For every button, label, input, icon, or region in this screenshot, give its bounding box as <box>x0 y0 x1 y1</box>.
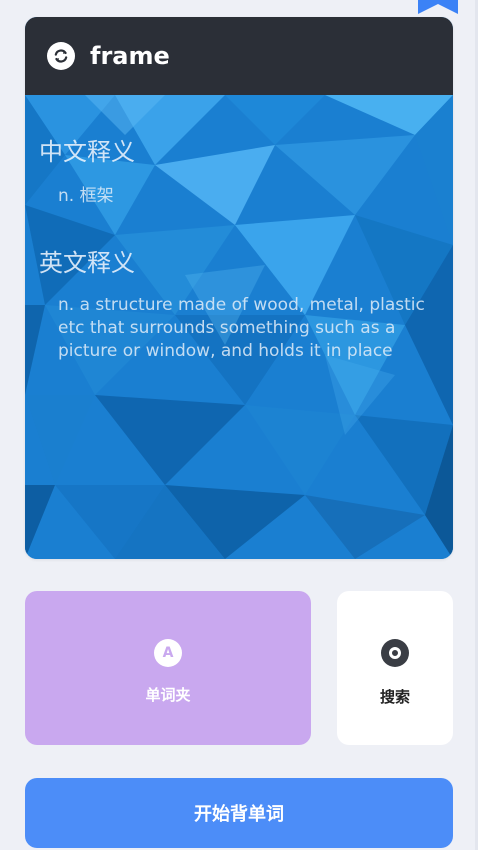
english-definition-text: n. a structure made of wood, metal, plas… <box>58 295 425 361</box>
letter-a-icon: A <box>154 639 182 667</box>
bookmark-icon[interactable] <box>418 0 458 14</box>
start-memorizing-button[interactable]: 开始背单词 <box>25 778 453 848</box>
word-card: frame 中文释义 n. 框架 英文释义 n. a structure mad… <box>25 17 453 559</box>
chinese-definition-heading: 中文释义 <box>39 138 135 166</box>
search-icon <box>381 639 409 667</box>
english-definition-heading: 英文释义 <box>39 249 135 277</box>
refresh-icon[interactable] <box>47 42 75 70</box>
chinese-definition-text: n. 框架 <box>58 186 114 206</box>
word-title: frame <box>90 42 170 70</box>
word-folder-tile[interactable]: A 单词夹 <box>25 591 311 745</box>
word-folder-label: 单词夹 <box>145 686 191 704</box>
search-tile[interactable]: 搜索 <box>337 591 453 745</box>
search-label: 搜索 <box>379 688 410 706</box>
definition-panel: 中文释义 n. 框架 英文释义 n. a structure made of w… <box>25 95 453 559</box>
card-header: frame <box>25 17 453 95</box>
